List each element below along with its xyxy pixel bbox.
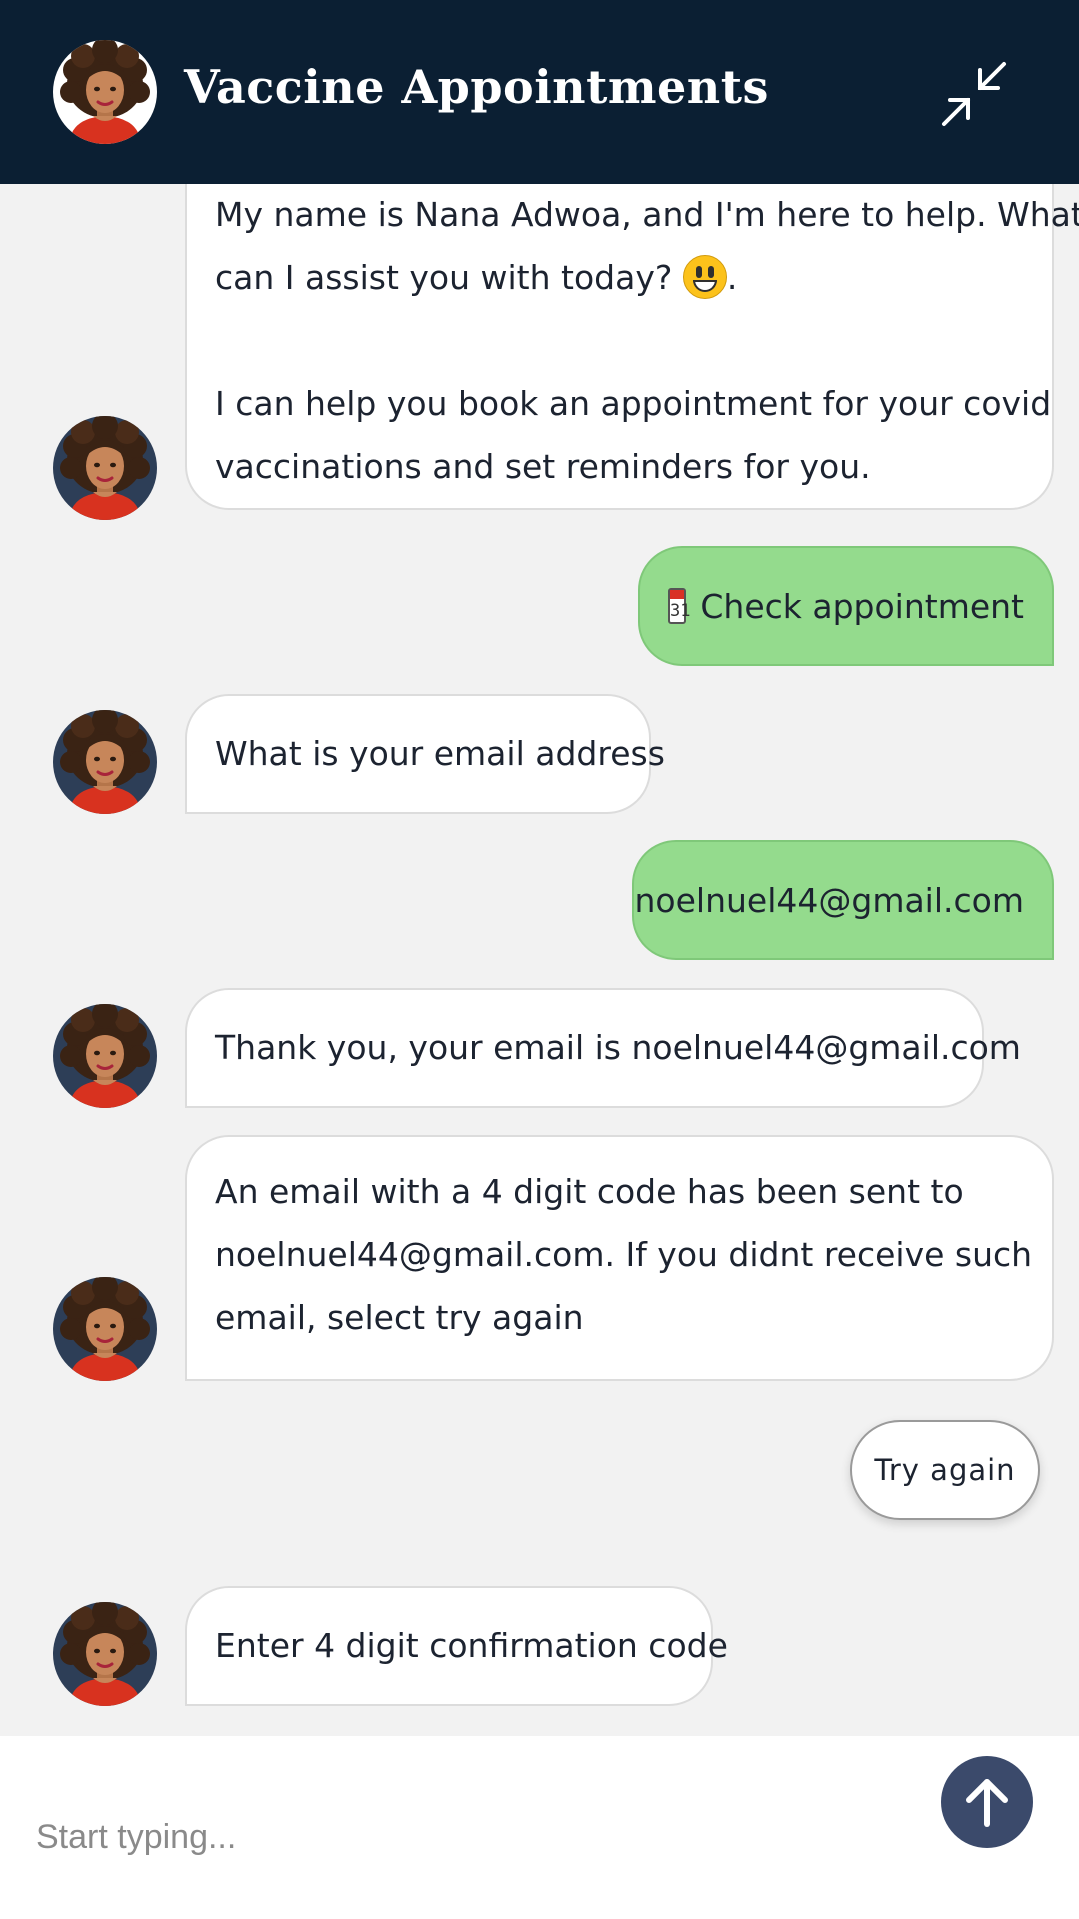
bot-avatar — [53, 710, 157, 814]
try-again-button[interactable]: Try again — [850, 1420, 1040, 1520]
message-line: I can help you book an appointment for y… — [215, 384, 1052, 423]
bot-message: An email with a 4 digit code has been se… — [185, 1135, 1054, 1381]
message-input[interactable] — [34, 1796, 898, 1878]
message-line: vaccinations and set reminders for you. — [215, 447, 871, 486]
user-message: 31 Check appointment — [638, 546, 1054, 666]
message-text: Enter 4 digit confirmation code — [215, 1626, 728, 1665]
message-line: My name is Nana Adwoa, and I'm here to h… — [215, 195, 1079, 234]
message-line: can I assist you with today? — [215, 258, 673, 297]
message-composer — [0, 1736, 1079, 1919]
chat-header: Vaccine Appointments — [0, 0, 1079, 184]
message-text: What is your email address — [215, 734, 665, 773]
send-button[interactable] — [941, 1756, 1033, 1848]
bot-message: What is your email address — [185, 694, 665, 814]
bot-avatar — [53, 1602, 157, 1706]
minimize-arrows-icon — [942, 62, 1006, 126]
message-punctuation: . — [726, 258, 738, 297]
bot-avatar — [53, 1277, 157, 1381]
arrow-up-icon — [966, 1779, 1008, 1827]
bot-avatar — [53, 1004, 157, 1108]
calendar-icon: 31 — [668, 588, 690, 624]
bot-avatar — [53, 416, 157, 520]
message-list[interactable]: My name is Nana Adwoa, and I'm here to h… — [0, 184, 1079, 1736]
message-line: email, select try again — [215, 1298, 584, 1337]
agent-avatar — [53, 40, 157, 144]
message-text: noelnuel44@gmail.com — [634, 880, 1025, 920]
grinning-face-emoji — [682, 255, 727, 299]
user-message: noelnuel44@gmail.com — [632, 840, 1054, 960]
bot-message: Enter 4 digit confirmation code — [185, 1586, 728, 1706]
minimize-button[interactable] — [936, 56, 1012, 132]
message-text: Thank you, your email is noelnuel44@gmai… — [215, 1028, 1021, 1067]
message-line: noelnuel44@gmail.com. If you didnt recei… — [215, 1235, 1033, 1274]
message-text: Check appointment — [700, 586, 1024, 626]
message-line: An email with a 4 digit code has been se… — [215, 1172, 964, 1211]
bot-message: My name is Nana Adwoa, and I'm here to h… — [185, 184, 1079, 510]
bot-message: Thank you, your email is noelnuel44@gmai… — [185, 988, 1021, 1108]
chat-title: Vaccine Appointments — [184, 60, 769, 114]
